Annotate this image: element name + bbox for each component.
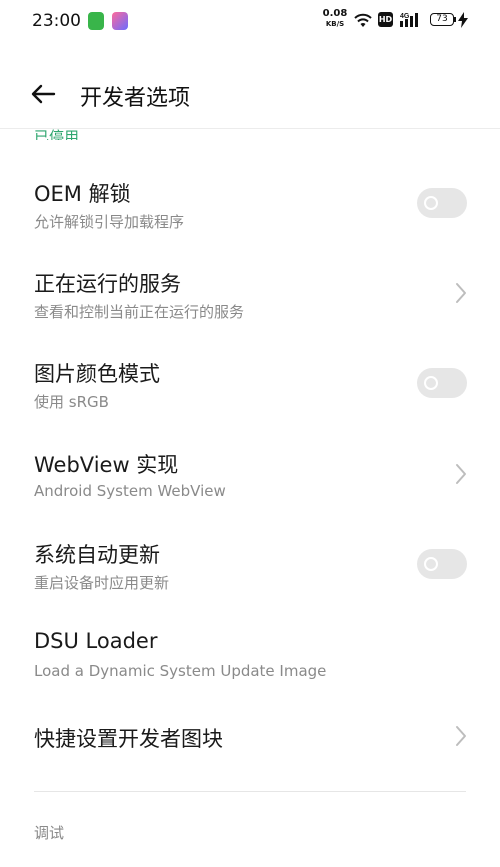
app-notification-icon <box>88 12 104 30</box>
back-arrow-icon[interactable] <box>28 80 60 108</box>
status-time: 23:00 <box>32 11 81 31</box>
toggle-knob <box>424 376 438 390</box>
clipped-status-text: 已停用 <box>34 118 79 140</box>
setting-title: WebView 实现 <box>34 453 179 477</box>
setting-title: OEM 解锁 <box>34 182 131 206</box>
setting-subtitle: Android System WebView <box>34 482 226 500</box>
picture-color-mode-toggle[interactable] <box>417 368 467 398</box>
app-bar: 开发者选项 <box>0 64 500 124</box>
setting-subtitle: 允许解锁引导加载程序 <box>34 213 185 231</box>
section-header-debugging: 调试 <box>34 824 65 842</box>
hd-voice-icon: HD <box>378 12 393 27</box>
network-speed: 0.08 KB/S <box>320 9 350 29</box>
setting-oem-unlock[interactable]: OEM 解锁 允许解锁引导加载程序 <box>0 170 500 240</box>
setting-subtitle: 重启设备时应用更新 <box>34 574 170 592</box>
wifi-icon <box>354 13 372 27</box>
svg-text:4G: 4G <box>400 13 410 20</box>
setting-subtitle: 使用 sRGB <box>34 393 109 411</box>
setting-dsu-loader[interactable]: DSU Loader Load a Dynamic System Update … <box>0 621 500 691</box>
app-bar-divider <box>0 128 500 129</box>
toggle-knob <box>424 557 438 571</box>
app-notification-icon <box>112 12 128 30</box>
setting-title: DSU Loader <box>34 629 158 653</box>
setting-webview-implementation[interactable]: WebView 实现 Android System WebView <box>0 441 500 511</box>
charging-bolt-icon <box>458 12 468 28</box>
section-divider <box>34 791 466 792</box>
setting-quick-settings-developer-tiles[interactable]: 快捷设置开发者图块 <box>0 711 500 763</box>
setting-auto-system-update[interactable]: 系统自动更新 重启设备时应用更新 <box>0 531 500 601</box>
chevron-right-icon <box>456 726 466 746</box>
page-title: 开发者选项 <box>80 86 191 111</box>
chevron-right-icon <box>456 283 466 303</box>
clipped-status-label: 已停用 <box>34 128 80 140</box>
toggle-knob <box>424 196 438 210</box>
setting-title: 快捷设置开发者图块 <box>34 727 223 751</box>
network-speed-unit: KB/S <box>325 20 345 28</box>
setting-subtitle: Load a Dynamic System Update Image <box>34 662 327 680</box>
oem-unlock-toggle[interactable] <box>417 188 467 218</box>
battery-tip <box>454 17 456 22</box>
chevron-right-icon <box>456 464 466 484</box>
network-speed-value: 0.08 <box>322 8 348 19</box>
setting-picture-color-mode[interactable]: 图片颜色模式 使用 sRGB <box>0 350 500 420</box>
setting-title: 正在运行的服务 <box>34 272 181 296</box>
auto-system-update-toggle[interactable] <box>417 549 467 579</box>
setting-subtitle: 查看和控制当前正在运行的服务 <box>34 303 245 321</box>
setting-running-services[interactable]: 正在运行的服务 查看和控制当前正在运行的服务 <box>0 260 500 330</box>
status-bar: 23:00 0.08 KB/S HD 4G 73 <box>0 0 500 44</box>
setting-title: 系统自动更新 <box>34 543 160 567</box>
battery-icon: 73 <box>430 13 454 26</box>
setting-title: 图片颜色模式 <box>34 362 160 386</box>
cellular-signal-icon: 4G <box>400 13 418 27</box>
